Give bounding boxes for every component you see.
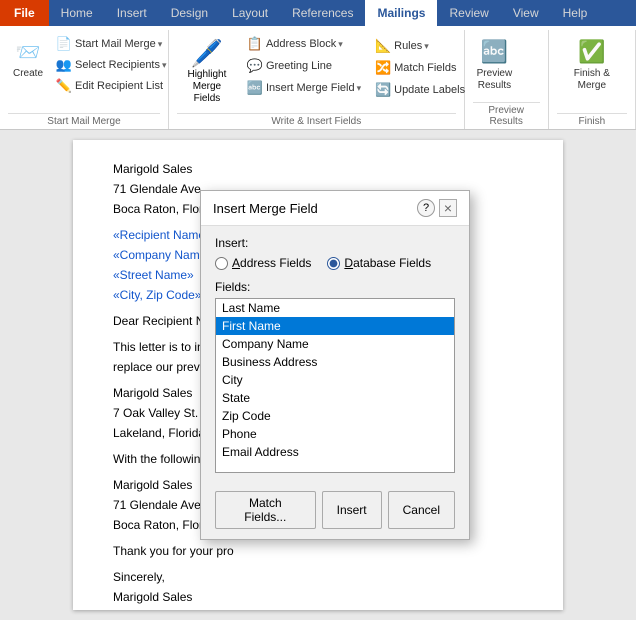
- tab-view[interactable]: View: [501, 0, 551, 26]
- edit-recipient-button[interactable]: ✏️ Edit Recipient List: [52, 76, 171, 96]
- sincerely-line: Sincerely,: [113, 568, 523, 586]
- document-area: Marigold Sales 71 Glendale Ave. Boca Rat…: [0, 130, 636, 620]
- insert-merge-field-button[interactable]: 🔤 Insert Merge Field ▾: [243, 78, 365, 98]
- address-block-label: Address Block: [266, 38, 336, 50]
- group-finish: ✅ Finish & Merge Finish: [549, 30, 636, 129]
- closing-section: Sincerely, Marigold Sales: [113, 568, 523, 606]
- greeting-line-icon: 💬: [247, 58, 263, 74]
- sender-line1: Marigold Sales: [113, 160, 523, 178]
- dialog-body: Insert: Address Fields Database Fields F…: [201, 226, 469, 483]
- tab-layout[interactable]: Layout: [220, 0, 280, 26]
- dialog-title: Insert Merge Field: [213, 201, 318, 216]
- finish-merge-button[interactable]: ✅ Finish & Merge: [557, 34, 627, 94]
- create-icon: 📨: [12, 36, 44, 68]
- tab-design[interactable]: Design: [159, 0, 220, 26]
- start-mail-merge-group-label: Start Mail Merge: [8, 113, 160, 127]
- finish-icon: ✅: [576, 36, 608, 68]
- tab-mailings[interactable]: Mailings: [365, 0, 437, 26]
- field-email-address[interactable]: Email Address: [216, 443, 454, 461]
- group-start-mail-merge: 📨 Create 📄 Start Mail Merge ▾ 👥 Select R…: [0, 30, 169, 129]
- highlight-label: HighlightMergeFields: [182, 69, 232, 105]
- create-label: Create: [13, 68, 43, 80]
- update-labels-button[interactable]: 🔄 Update Labels: [371, 80, 469, 100]
- greeting-line-button[interactable]: 💬 Greeting Line: [243, 56, 365, 76]
- cancel-button[interactable]: Cancel: [388, 491, 455, 529]
- dialog-close-button[interactable]: ×: [439, 199, 457, 217]
- tab-review[interactable]: Review: [437, 0, 500, 26]
- insert-merge-label: Insert Merge Field: [266, 82, 355, 94]
- finish-group-label: Finish: [557, 113, 627, 127]
- radio-address-input[interactable]: [215, 257, 228, 270]
- tab-file[interactable]: File: [0, 0, 49, 26]
- fields-label: Fields:: [215, 280, 455, 294]
- field-zip-code[interactable]: Zip Code: [216, 407, 454, 425]
- preview-label: PreviewResults: [477, 68, 513, 92]
- dialog-help-button[interactable]: ?: [417, 199, 435, 217]
- field-city[interactable]: City: [216, 371, 454, 389]
- address-block-button[interactable]: 📋 Address Block ▾: [243, 34, 365, 54]
- match-fields-btn2[interactable]: 🔀 Match Fields: [371, 58, 469, 78]
- edit-recipient-icon: ✏️: [56, 78, 72, 94]
- field-company-name[interactable]: Company Name: [216, 335, 454, 353]
- tab-help[interactable]: Help: [551, 0, 600, 26]
- edit-recipient-label: Edit Recipient List: [75, 80, 163, 92]
- thanks-line: Thank you for your pro: [113, 542, 523, 560]
- start-merge-icon: 📄: [56, 36, 72, 52]
- tab-insert[interactable]: Insert: [105, 0, 159, 26]
- radio-database-fields[interactable]: Database Fields: [327, 256, 431, 270]
- field-last-name[interactable]: Last Name: [216, 299, 454, 317]
- highlight-merge-fields-button[interactable]: 🖊️ HighlightMergeFields: [177, 34, 237, 109]
- write-insert-group-label: Write & Insert Fields: [177, 113, 456, 127]
- field-business-address[interactable]: Business Address: [216, 353, 454, 371]
- select-recipients-label: Select Recipients: [75, 59, 160, 71]
- address-block-icon: 📋: [247, 36, 263, 52]
- field-first-name[interactable]: First Name: [216, 317, 454, 335]
- radio-address-fields[interactable]: Address Fields: [215, 256, 311, 270]
- highlight-icon: 🖊️: [191, 38, 223, 69]
- greeting-line-label: Greeting Line: [266, 60, 332, 72]
- insert-button[interactable]: Insert: [322, 491, 382, 529]
- group-preview: 🔤 PreviewResults Preview Results: [465, 30, 549, 129]
- dialog-titlebar: Insert Merge Field ? ×: [201, 191, 469, 226]
- match-fields-button[interactable]: Match Fields...: [215, 491, 316, 529]
- dialog-footer: Match Fields... Insert Cancel: [201, 483, 469, 539]
- insert-label: Insert:: [215, 236, 455, 250]
- radio-database-label: Database Fields: [344, 256, 431, 270]
- finish-label: Finish & Merge: [561, 68, 623, 92]
- tab-home[interactable]: Home: [49, 0, 105, 26]
- create-button[interactable]: 📨 Create: [8, 34, 48, 82]
- radio-group: Address Fields Database Fields: [215, 256, 455, 270]
- start-mail-merge-button[interactable]: 📄 Start Mail Merge ▾: [52, 34, 171, 54]
- tab-references[interactable]: References: [280, 0, 365, 26]
- preview-icon: 🔤: [478, 36, 510, 68]
- signature-line: Marigold Sales: [113, 588, 523, 606]
- radio-address-label: Address Fields: [232, 256, 311, 270]
- select-recipients-icon: 👥: [56, 57, 72, 73]
- dialog-controls: ? ×: [417, 199, 457, 217]
- group-write-insert: 🖊️ HighlightMergeFields 📋 Address Block …: [169, 30, 465, 129]
- fields-list[interactable]: Last Name First Name Company Name Busine…: [215, 298, 455, 473]
- insert-merge-field-dialog: Insert Merge Field ? × Insert: Address F…: [200, 190, 470, 540]
- field-phone[interactable]: Phone: [216, 425, 454, 443]
- preview-group-label: Preview Results: [473, 102, 540, 127]
- insert-merge-icon: 🔤: [247, 80, 263, 96]
- start-merge-label: Start Mail Merge: [75, 38, 156, 50]
- rules-button[interactable]: 📐 Rules ▾: [371, 36, 469, 56]
- select-recipients-button[interactable]: 👥 Select Recipients ▾: [52, 55, 171, 75]
- thanks-section: Thank you for your pro: [113, 542, 523, 560]
- radio-database-input[interactable]: [327, 257, 340, 270]
- preview-results-button[interactable]: 🔤 PreviewResults: [473, 34, 517, 94]
- field-state[interactable]: State: [216, 389, 454, 407]
